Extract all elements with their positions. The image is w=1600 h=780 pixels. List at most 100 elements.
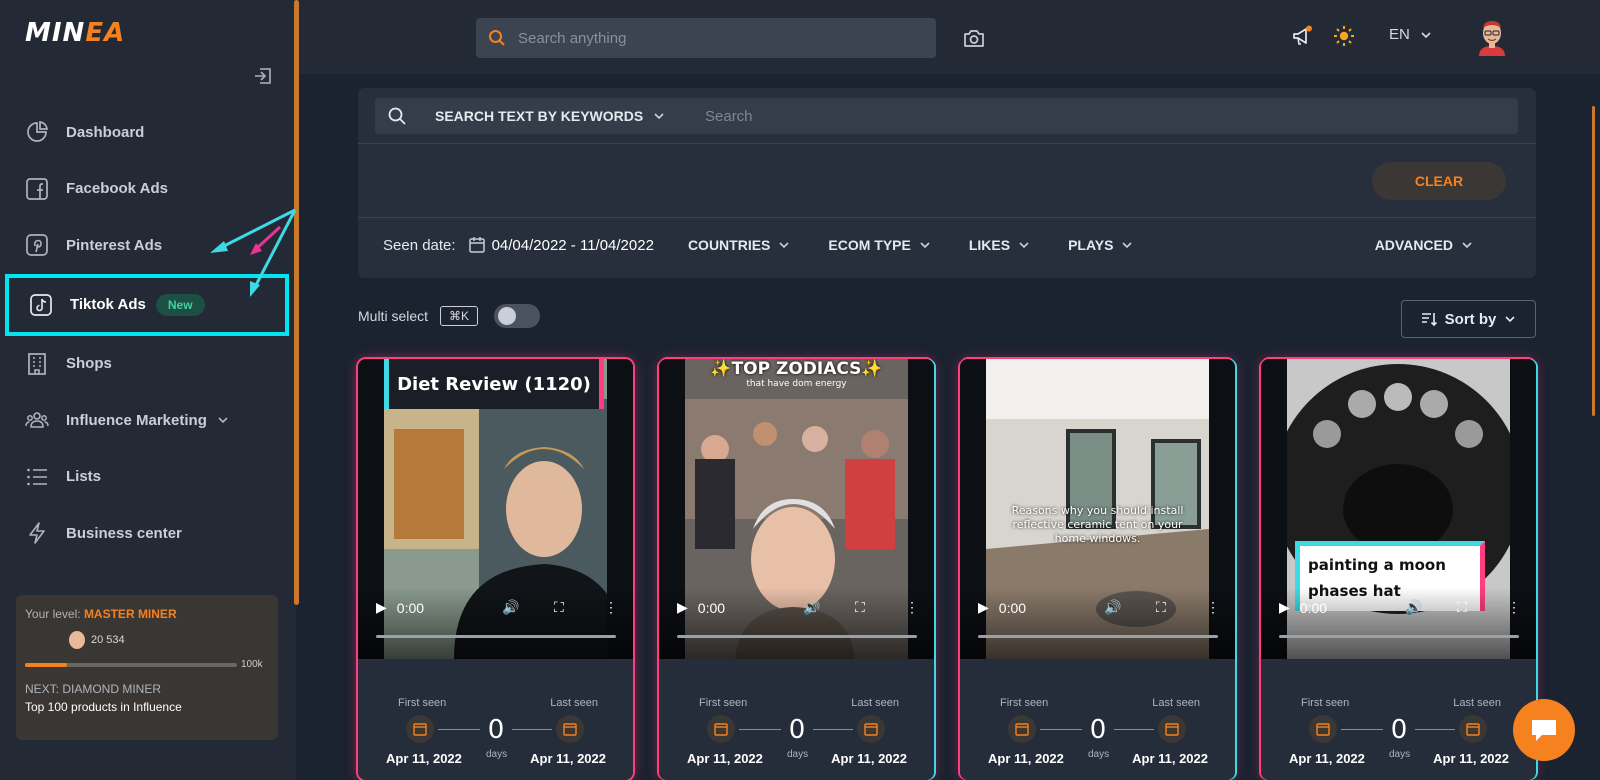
search-icon — [388, 107, 406, 125]
play-icon[interactable]: ▶ — [376, 599, 387, 616]
fullscreen-icon[interactable]: ⛶ — [1156, 599, 1166, 616]
sidebar-item-label: Facebook Ads — [66, 180, 168, 198]
sidebar-item-influence-marketing[interactable]: Influence Marketing — [0, 392, 296, 449]
volume-icon[interactable]: 🔊 — [1405, 599, 1422, 616]
sidebar-item-label: Shops — [66, 355, 112, 373]
chevron-down-icon — [779, 242, 789, 249]
first-seen-date: Apr 11, 2022 — [386, 751, 462, 766]
sidebar-item-lists[interactable]: Lists — [0, 449, 296, 506]
megaphone-icon[interactable] — [1291, 25, 1313, 47]
volume-icon[interactable]: 🔊 — [502, 599, 519, 616]
timeline-line — [739, 729, 781, 730]
sort-by-button[interactable]: Sort by — [1401, 300, 1536, 338]
play-icon[interactable]: ▶ — [1279, 599, 1290, 616]
minea-logo[interactable]: MINEA — [25, 18, 125, 48]
collapse-sidebar-icon[interactable] — [254, 68, 272, 84]
user-avatar[interactable] — [1475, 18, 1509, 56]
global-search-input[interactable] — [518, 29, 918, 47]
volume-icon[interactable]: 🔊 — [1104, 599, 1121, 616]
ad-card[interactable]: Reasons why you should install reflectiv… — [960, 359, 1235, 780]
last-seen-label: Last seen — [851, 697, 899, 709]
last-seen-label: Last seen — [550, 697, 598, 709]
chevron-down-icon — [920, 242, 930, 249]
countries-filter[interactable]: COUNTRIES — [688, 237, 790, 253]
level-card: Your level: MASTER MINER 20 534 100k NEX… — [16, 595, 278, 740]
chevron-down-icon — [1505, 316, 1515, 323]
keyword-mode-dropdown[interactable]: SEARCH TEXT BY KEYWORDS — [435, 108, 705, 124]
timeline-line — [512, 729, 552, 730]
likes-filter[interactable]: LIKES — [969, 237, 1030, 253]
advanced-filter[interactable]: ADVANCED — [1375, 237, 1473, 253]
keyword-search-input[interactable] — [705, 107, 1485, 125]
video-progress[interactable] — [1279, 635, 1519, 638]
toggle-knob — [498, 307, 517, 325]
timeline-line — [1040, 729, 1082, 730]
more-options-icon[interactable]: ⋮ — [604, 599, 618, 616]
chevron-down-icon — [654, 113, 664, 120]
global-search[interactable] — [476, 18, 936, 58]
calendar-search-icon — [1158, 715, 1186, 743]
level-rank: MASTER MINER — [83, 607, 177, 621]
video-player[interactable]: ✨TOP ZODIACS✨ that have dom energy ▶ 0:00… — [659, 359, 934, 659]
first-seen-label: First seen — [1000, 697, 1049, 709]
divider — [358, 217, 1536, 218]
ad-card[interactable]: Diet Review (1120) ▶ 0:00 🔊 ⛶ ⋮ First see… — [358, 359, 633, 780]
fullscreen-icon[interactable]: ⛶ — [855, 599, 865, 616]
calendar-icon — [1008, 715, 1036, 743]
more-options-icon[interactable]: ⋮ — [1206, 599, 1220, 616]
page-scrollbar[interactable] — [1592, 106, 1595, 416]
video-progress[interactable] — [978, 635, 1218, 638]
chat-icon — [1532, 720, 1556, 741]
video-caption-sub: that have dom energy — [746, 379, 847, 389]
days-count: 0 — [1089, 715, 1107, 745]
chevron-down-icon[interactable] — [217, 414, 229, 426]
video-caption: Diet Review (1120) — [384, 359, 604, 409]
seen-info: First seen Last seen 0 days Apr 11, 2022 A… — [960, 659, 1235, 780]
play-icon[interactable]: ▶ — [677, 599, 688, 616]
language-selector[interactable]: EN — [1389, 26, 1432, 43]
pinterest-icon — [25, 233, 49, 257]
more-options-icon[interactable]: ⋮ — [905, 599, 919, 616]
video-player[interactable]: painting a moon phases hat ▶0:00 🔊 ⛶ ⋮ — [1261, 359, 1536, 659]
sun-icon[interactable] — [1333, 25, 1355, 47]
progress-bar — [25, 662, 237, 667]
video-caption: Reasons why you should install reflectiv… — [1011, 504, 1184, 545]
camera-icon[interactable] — [963, 28, 985, 48]
video-player[interactable]: Diet Review (1120) ▶ 0:00 🔊 ⛶ ⋮ — [358, 359, 633, 659]
seen-info: First seen Last seen 0 days Apr 11, 2022 A… — [358, 659, 633, 780]
last-seen-label: Last seen — [1453, 697, 1501, 709]
seen-info: First seen Last seen 0 days Apr 11, 2022 A… — [1261, 659, 1536, 780]
video-player[interactable]: Reasons why you should install reflectiv… — [960, 359, 1235, 659]
sidebar-item-label: Pinterest Ads — [66, 236, 163, 254]
search-icon — [489, 30, 505, 46]
ad-card[interactable]: ✨TOP ZODIACS✨ that have dom energy ▶ 0:00… — [659, 359, 934, 780]
calendar-icon — [1309, 715, 1337, 743]
level-progress: 100k — [25, 659, 269, 670]
play-icon[interactable]: ▶ — [978, 599, 989, 616]
sidebar-item-shops[interactable]: Shops — [0, 336, 296, 393]
sidebar-item-label: Dashboard — [66, 123, 145, 141]
calendar-icon — [406, 715, 434, 743]
sidebar-item-business-center[interactable]: Business center — [0, 505, 296, 562]
multi-select-toggle[interactable] — [494, 304, 541, 328]
volume-icon[interactable]: 🔊 — [803, 599, 820, 616]
timeline-line — [1114, 729, 1154, 730]
fullscreen-icon[interactable]: ⛶ — [554, 599, 564, 616]
multi-select-label: Multi select — [358, 308, 429, 324]
chat-button[interactable] — [1513, 699, 1575, 761]
first-seen-label: First seen — [699, 697, 748, 709]
ad-card[interactable]: painting a moon phases hat ▶0:00 🔊 ⛶ ⋮ F… — [1261, 359, 1536, 780]
plays-filter[interactable]: PLAYS — [1068, 237, 1133, 253]
timeline-line — [438, 729, 480, 730]
ecom-type-filter[interactable]: ECOM TYPE — [828, 237, 930, 253]
days-count: 0 — [487, 715, 505, 745]
seen-date-picker[interactable]: 04/04/2022 - 11/04/2022 — [468, 236, 654, 254]
clear-button[interactable]: CLEAR — [1372, 162, 1506, 200]
calendar-search-icon — [556, 715, 584, 743]
more-options-icon[interactable]: ⋮ — [1507, 599, 1521, 616]
video-progress[interactable] — [677, 635, 917, 638]
fullscreen-icon[interactable]: ⛶ — [1457, 599, 1467, 616]
sidebar-item-label: Lists — [66, 468, 102, 486]
sidebar-item-dashboard[interactable]: Dashboard — [0, 104, 296, 161]
video-progress[interactable] — [376, 635, 616, 638]
